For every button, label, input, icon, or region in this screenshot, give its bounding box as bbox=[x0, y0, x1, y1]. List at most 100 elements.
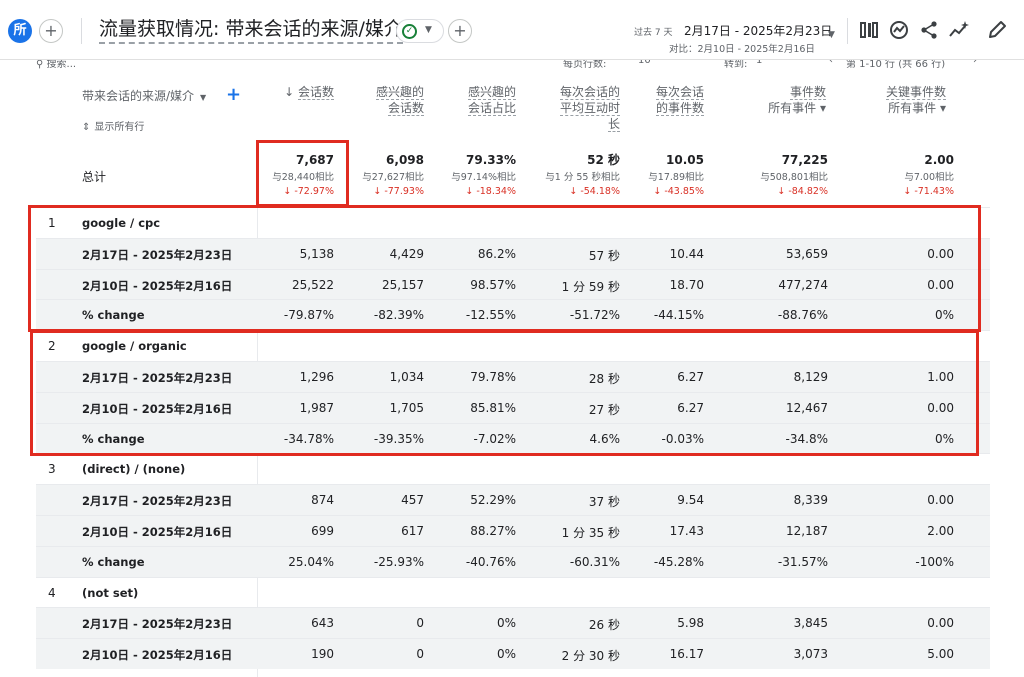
sort-desc-icon: ↓ bbox=[284, 85, 295, 99]
col-header-events-per-session[interactable]: 每次会话 的事件数 bbox=[630, 84, 704, 116]
table-cell: 0% bbox=[934, 308, 954, 323]
rows-per-page-select[interactable]: 10 bbox=[638, 60, 651, 66]
goto-input[interactable]: 1 bbox=[756, 60, 762, 66]
add-card-button[interactable]: + bbox=[448, 19, 472, 43]
date-range-label: 过去 7 天 bbox=[634, 28, 673, 38]
table-cell: 25,522 bbox=[292, 277, 334, 292]
table-cell: 12,467 bbox=[786, 400, 828, 415]
row-label: 2月17日 - 2025年2月23日 bbox=[82, 617, 233, 632]
table-cell: 2.00 bbox=[927, 524, 954, 538]
event-filter-dropdown[interactable]: 所有事件 ▾ bbox=[730, 100, 826, 116]
table-cell: -40.76% bbox=[465, 554, 516, 569]
col-header-engaged-sessions[interactable]: 感兴趣的 会话数 bbox=[350, 84, 424, 116]
row-label: % change bbox=[82, 308, 145, 323]
check-circle-icon: ✓ bbox=[402, 24, 417, 39]
group-row[interactable]: 2 google / organic bbox=[36, 330, 990, 361]
source-medium-label: google / organic bbox=[82, 339, 187, 354]
total-delta: ↓ -18.34% bbox=[465, 186, 516, 197]
table-cell: -34.78% bbox=[283, 431, 334, 446]
total-cell: 6,098 与27,627相比 ↓ -77.93% bbox=[324, 152, 424, 199]
total-compare: 与7.00相比 bbox=[904, 172, 954, 183]
table-row[interactable]: 2月17日 - 2025年2月23日 1,296 1,034 79.78% 28 秒 6.… bbox=[36, 361, 990, 392]
table-cell: 16.17 bbox=[669, 647, 704, 662]
group-row[interactable]: 1 google / cpc bbox=[36, 207, 990, 238]
table-cell: -60.31% bbox=[569, 554, 620, 569]
table-cell: -12.55% bbox=[465, 308, 516, 323]
table-cell: 3,845 bbox=[793, 616, 828, 631]
row-label: 2月10日 - 2025年2月16日 bbox=[82, 648, 233, 663]
table-cell: 6.27 bbox=[677, 370, 704, 384]
next-page-icon[interactable]: › bbox=[973, 60, 977, 66]
table-cell: 1,296 bbox=[299, 370, 334, 384]
table-cell: 8,339 bbox=[793, 493, 828, 508]
table-row[interactable]: 2月17日 - 2025年2月23日 5,138 4,429 86.2% 57 秒 10.… bbox=[36, 237, 990, 269]
row-label: 2月17日 - 2025年2月23日 bbox=[82, 494, 233, 509]
compare-columns-icon[interactable] bbox=[858, 19, 880, 41]
table-cell: 53,659 bbox=[786, 246, 828, 261]
table-cell: -51.72% bbox=[569, 308, 620, 323]
account-avatar[interactable]: 所 bbox=[8, 19, 32, 43]
table-cell: -39.35% bbox=[373, 431, 424, 446]
table-row[interactable]: 2月17日 - 2025年2月23日 874 457 52.29% 37 秒 9.54 8,… bbox=[36, 484, 990, 516]
table-row[interactable]: % change -79.87% -82.39% -12.55% -51.72% -44.… bbox=[36, 299, 990, 331]
group-row[interactable]: 3 (direct) / (none) bbox=[36, 453, 990, 484]
insights-icon[interactable] bbox=[888, 19, 910, 41]
date-chevron-down-icon[interactable]: ▼ bbox=[828, 30, 835, 40]
add-dimension-icon[interactable]: + bbox=[226, 84, 241, 105]
col-header-engagement-rate[interactable]: 感兴趣的 会话占比 bbox=[440, 84, 516, 116]
table-row[interactable]: % change 25.04% -25.93% -40.76% -60.31% -45.2… bbox=[36, 545, 990, 577]
total-compare: 与17.89相比 bbox=[648, 172, 704, 183]
total-cell: 79.33% 与97.14%相比 ↓ -18.34% bbox=[416, 152, 516, 199]
data-table: ⚲ 搜索... 每页行数: 10 转到: 1 ‹ 第 1-10 行 (共 66 … bbox=[0, 60, 1024, 677]
status-dropdown[interactable]: ✓ ▼ bbox=[396, 19, 444, 43]
group-row[interactable]: 4 (not set) bbox=[36, 576, 990, 608]
total-label: 总计 bbox=[82, 170, 107, 184]
table-cell: 17.43 bbox=[669, 524, 704, 538]
row-label: 2月17日 - 2025年2月23日 bbox=[82, 371, 233, 385]
table-cell: 1,987 bbox=[299, 400, 334, 415]
table-row[interactable]: 2月17日 - 2025年2月23日 643 0 0% 26 秒 5.98 3,845 0.0… bbox=[36, 607, 990, 639]
total-delta: ↓ -77.93% bbox=[373, 186, 424, 197]
row-index: 1 bbox=[48, 216, 56, 230]
dimension-header[interactable]: 带来会话的来源/媒介 ▼ bbox=[82, 87, 206, 104]
table-row[interactable]: 2月10日 - 2025年2月16日 1,987 1,705 85.81% 27 秒 6.… bbox=[36, 391, 990, 423]
table-toolbar: ⚲ 搜索... 每页行数: 10 转到: 1 ‹ 第 1-10 行 (共 66 … bbox=[36, 60, 986, 72]
share-icon[interactable] bbox=[918, 19, 940, 41]
table-cell: 0.00 bbox=[927, 400, 954, 415]
show-all-rows-toggle[interactable]: ⇕ 显示所有行 bbox=[82, 118, 144, 133]
table-cell: -45.28% bbox=[653, 554, 704, 569]
table-cell: 4,429 bbox=[389, 246, 424, 261]
table-cell: 12,187 bbox=[786, 524, 828, 538]
page-title: 流量获取情况: 带来会话的来源/媒介 bbox=[99, 16, 403, 44]
col-header-key-events[interactable]: 关键事件数 所有事件 ▾ bbox=[850, 84, 946, 116]
edit-pencil-icon[interactable] bbox=[986, 19, 1008, 41]
table-row[interactable]: % change -34.78% -39.35% -7.02% 4.6% -0.03% -3… bbox=[36, 422, 990, 454]
table-row[interactable]: 2月10日 - 2025年2月16日 699 617 88.27% 1 分 35 秒 17… bbox=[36, 515, 990, 546]
date-range-picker[interactable]: 2月17日 - 2025年2月23日 bbox=[684, 22, 832, 39]
unfold-icon: ⇕ bbox=[82, 122, 91, 133]
table-cell: 190 bbox=[311, 647, 334, 662]
dimension-header-label: 带来会话的来源/媒介 bbox=[82, 89, 195, 103]
col-header-avg-engagement-time[interactable]: 每次会话的 平均互动时 长 bbox=[530, 84, 620, 132]
compare-range: 对比：2月10日 - 2025年2月16日 bbox=[669, 44, 815, 55]
prev-page-icon[interactable]: ‹ bbox=[829, 60, 833, 66]
total-value: 2.00 bbox=[924, 153, 954, 167]
show-all-rows-label: 显示所有行 bbox=[94, 122, 145, 133]
total-delta: ↓ -84.82% bbox=[777, 186, 828, 197]
table-row[interactable]: 2月10日 - 2025年2月16日 190 0 0% 2 分 30 秒 16.17 3,0… bbox=[36, 638, 990, 670]
table-cell: 57 秒 bbox=[588, 248, 620, 263]
table-cell: 643 bbox=[311, 616, 334, 631]
trend-sparkle-icon[interactable] bbox=[948, 19, 970, 41]
table-cell: 1.00 bbox=[927, 370, 954, 384]
col-header-sessions[interactable]: ↓ 会话数 bbox=[262, 84, 334, 100]
table-cell: 0 bbox=[416, 647, 424, 662]
table-cell: 874 bbox=[311, 493, 334, 508]
search-box[interactable]: ⚲ 搜索... bbox=[36, 60, 76, 70]
col-header-event-count[interactable]: 事件数 所有事件 ▾ bbox=[730, 84, 826, 116]
key-event-filter-dropdown[interactable]: 所有事件 ▾ bbox=[850, 100, 946, 116]
table-cell: -79.87% bbox=[283, 308, 334, 323]
table-row[interactable]: 2月10日 - 2025年2月16日 25,522 25,157 98.57% 1 分 … bbox=[36, 268, 990, 300]
table-cell: -7.02% bbox=[473, 431, 516, 446]
table-cell: 0.00 bbox=[927, 616, 954, 631]
add-comparison-button[interactable]: + bbox=[39, 19, 63, 43]
